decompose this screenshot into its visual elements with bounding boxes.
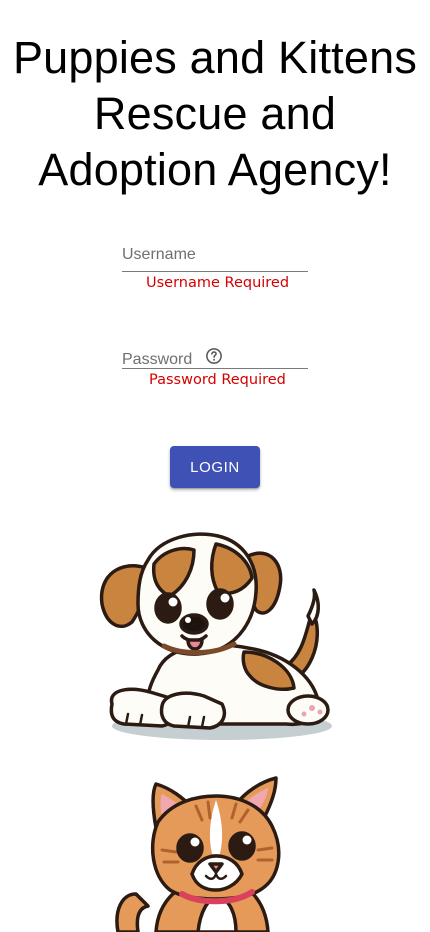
title-line-2: Rescue and [93, 88, 337, 139]
puppy-image [99, 532, 332, 740]
password-error: Password Required [149, 372, 286, 388]
username-underline [122, 271, 308, 272]
password-label: Password [122, 351, 193, 368]
login-button[interactable]: LOGIN [170, 446, 260, 488]
username-label: Username [122, 246, 196, 263]
password-underline [122, 368, 308, 369]
help-circle-icon[interactable] [205, 347, 223, 365]
title-line-1: Puppies and Kittens [12, 32, 418, 83]
username-error: Username Required [146, 275, 290, 291]
page-title: Puppies and Kittens Rescue and Adoption … [0, 30, 430, 198]
title-line-3: Adoption Agency! [38, 144, 392, 195]
kitten-image [115, 776, 281, 932]
